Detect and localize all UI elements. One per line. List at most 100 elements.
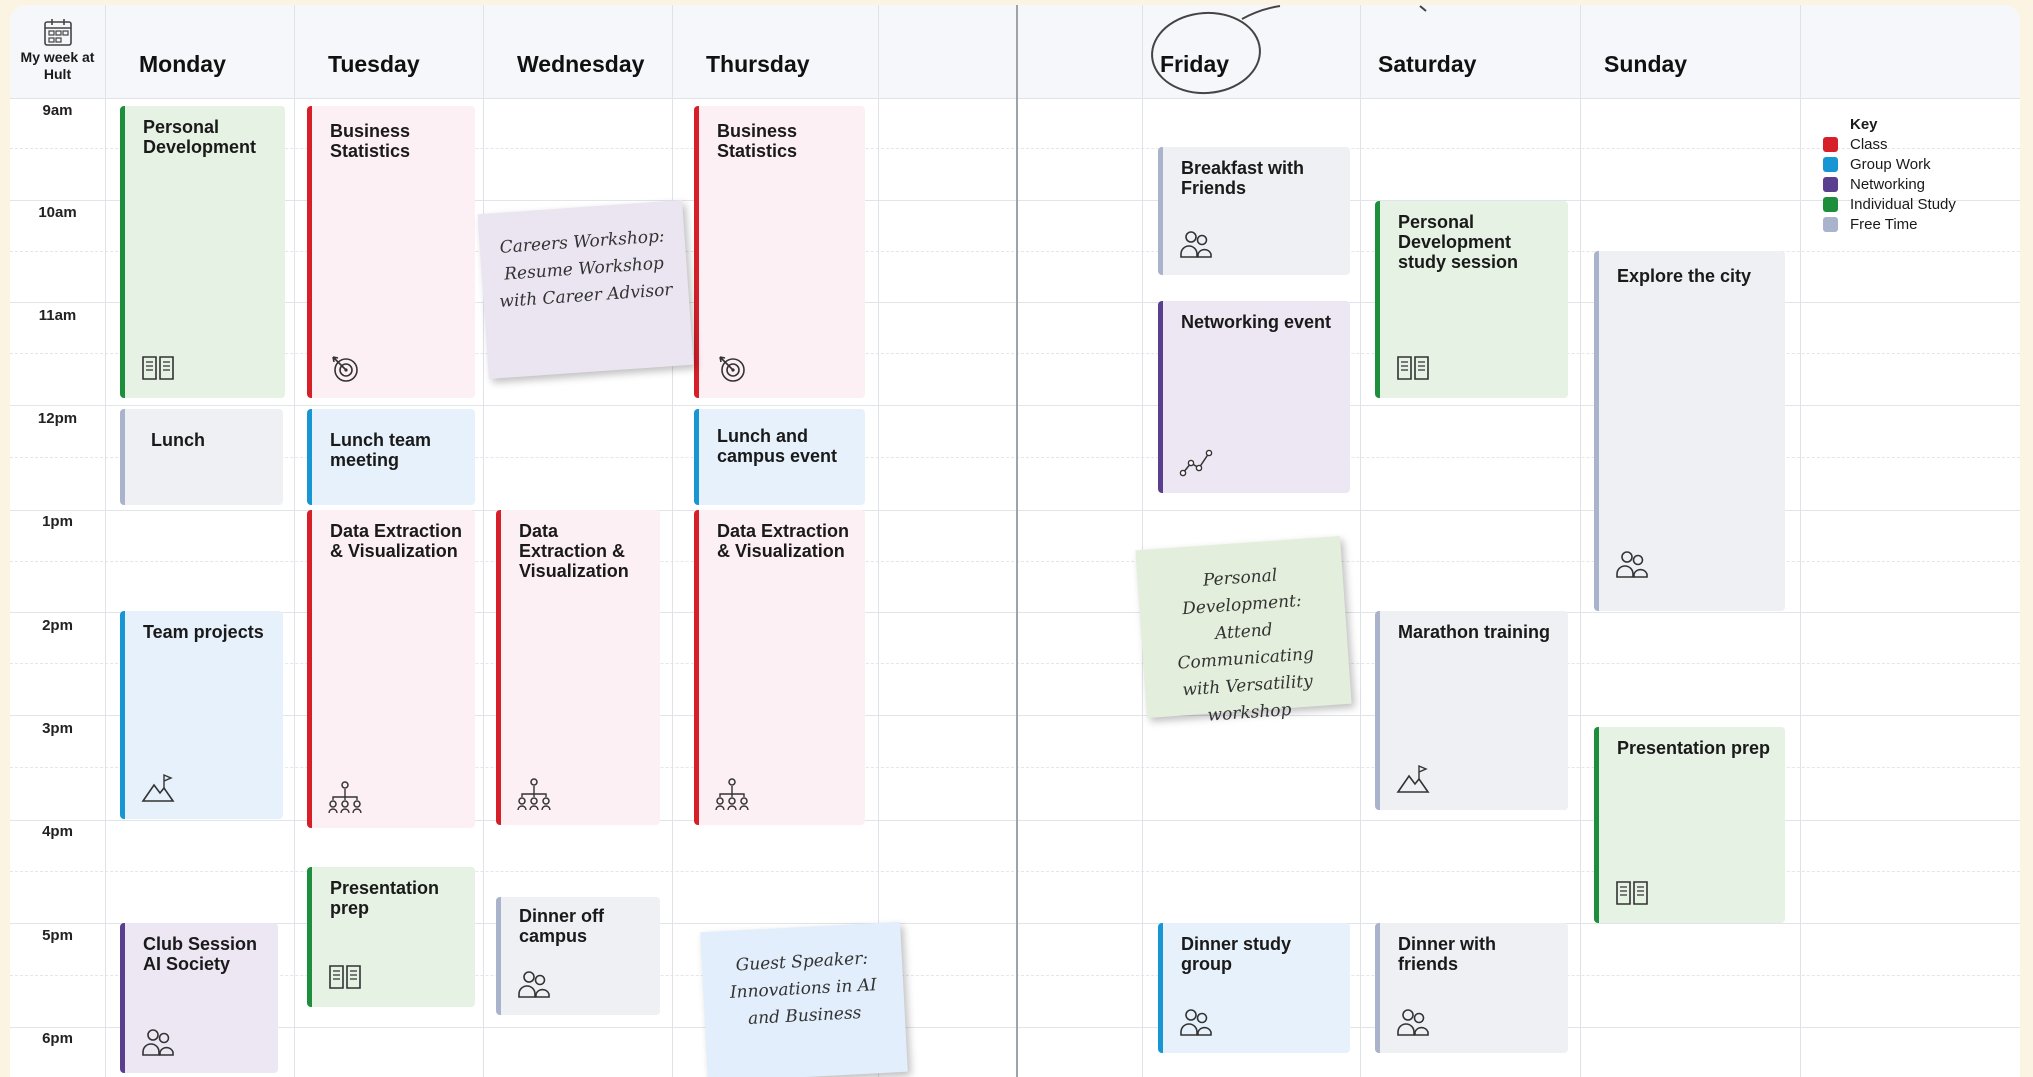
- column-line: [1360, 5, 1361, 1077]
- event-title: Data Extraction & Visualization: [330, 521, 463, 561]
- event-block[interactable]: Team projects: [120, 611, 283, 819]
- event-title: Networking event: [1181, 312, 1332, 332]
- day-header-saturday: Saturday: [1378, 51, 1477, 77]
- event-block[interactable]: Data Extraction & Visualization: [496, 510, 660, 825]
- legend-swatch: [1823, 157, 1838, 172]
- legend-label: Individual Study: [1850, 196, 1956, 213]
- legend-item: Group Work: [1823, 155, 1956, 175]
- mountain-flag-icon: [1396, 764, 1430, 793]
- network-people-icon: [517, 778, 551, 811]
- sticky-note[interactable]: Guest Speaker: Innovations in AI and Bus…: [700, 921, 908, 1077]
- event-block[interactable]: Business Statistics: [307, 106, 475, 398]
- time-label: 4pm: [42, 823, 73, 840]
- event-block[interactable]: Personal Development: [120, 106, 285, 398]
- sticky-note[interactable]: Personal Development: Attend Communicati…: [1135, 536, 1352, 726]
- legend-swatch: [1823, 177, 1838, 192]
- legend: Key Class Group Work Networking Individu…: [1823, 115, 1956, 235]
- event-title: Lunch and campus event: [717, 426, 838, 466]
- column-line: [294, 5, 295, 1077]
- target-icon: [719, 356, 745, 382]
- people-icon: [518, 971, 550, 998]
- event-title: Dinner with friends: [1398, 934, 1496, 974]
- header-band: [10, 5, 2020, 99]
- book-icon: [329, 965, 361, 989]
- event-title: Dinner study group: [1181, 934, 1292, 974]
- event-title: Team projects: [143, 622, 264, 642]
- legend-item: Free Time: [1823, 215, 1956, 235]
- planner-spine: [1016, 5, 1018, 1077]
- event-block[interactable]: Dinner off campus: [496, 897, 660, 1015]
- mountain-flag-icon: [141, 773, 175, 802]
- legend-label: Free Time: [1850, 216, 1918, 233]
- event-title: Personal Development study session: [1398, 212, 1519, 272]
- event-block[interactable]: Lunch team meeting: [307, 409, 475, 505]
- legend-label: Networking: [1850, 176, 1926, 193]
- event-block[interactable]: Data Extraction & Visualization: [694, 510, 865, 825]
- day-header-sunday: Sunday: [1604, 51, 1688, 77]
- legend-swatch: [1823, 137, 1838, 152]
- column-line: [672, 5, 673, 1077]
- event-block[interactable]: Presentation prep: [307, 867, 475, 1007]
- target-icon: [332, 356, 358, 382]
- people-icon: [1180, 231, 1212, 258]
- time-label: 9am: [42, 102, 73, 119]
- people-icon: [1397, 1009, 1429, 1036]
- sticky-note[interactable]: Careers Workshop: Resume Workshop with C…: [477, 200, 694, 379]
- book-icon: [142, 356, 174, 380]
- grid-line: [10, 1027, 2020, 1028]
- event-block[interactable]: Explore the city: [1594, 251, 1785, 611]
- event-title: Personal Development: [143, 117, 257, 157]
- line-graph-icon: [1179, 449, 1213, 477]
- event-title: Business Statistics: [717, 121, 798, 161]
- network-people-icon: [715, 778, 749, 811]
- corner-label: My week at Hult: [20, 49, 95, 82]
- event-block[interactable]: Data Extraction & Visualization: [307, 510, 475, 828]
- event-block[interactable]: Breakfast with Friends: [1158, 147, 1350, 275]
- people-icon: [142, 1029, 174, 1056]
- weekly-planner-board: My week at Hult Monday Tuesday Wednesday…: [10, 5, 2020, 1077]
- event-title: Dinner off campus: [519, 906, 604, 946]
- column-line: [1580, 5, 1581, 1077]
- time-label: 11am: [38, 307, 77, 324]
- event-block[interactable]: Lunch and campus event: [694, 409, 865, 505]
- calendar-icon: [44, 19, 72, 46]
- event-title: Marathon training: [1398, 622, 1550, 642]
- event-block[interactable]: Dinner with friends: [1375, 923, 1568, 1053]
- legend-label: Group Work: [1850, 156, 1931, 173]
- legend-item: Class: [1823, 135, 1956, 155]
- event-block[interactable]: Club Session AI Society: [120, 923, 278, 1073]
- event-title: Presentation prep: [1617, 738, 1771, 758]
- event-block[interactable]: Networking event: [1158, 301, 1350, 493]
- pen-stroke-annotation: [1241, 5, 1427, 20]
- event-block[interactable]: Personal Development study session: [1375, 201, 1568, 398]
- event-title: Club Session AI Society: [143, 934, 258, 974]
- column-line: [105, 5, 106, 1077]
- event-block[interactable]: Lunch: [120, 409, 283, 505]
- book-icon: [1397, 356, 1429, 380]
- legend-item: Individual Study: [1823, 195, 1956, 215]
- people-icon: [1616, 551, 1648, 578]
- event-title: Data Extraction & Visualization: [519, 521, 629, 581]
- event-block[interactable]: Business Statistics: [694, 106, 865, 398]
- event-title: Business Statistics: [330, 121, 411, 161]
- legend-swatch: [1823, 217, 1838, 232]
- event-block[interactable]: Presentation prep: [1594, 727, 1785, 923]
- legend-item: Networking: [1823, 175, 1956, 195]
- corner-cell: My week at Hult: [10, 5, 105, 98]
- time-label: 5pm: [42, 927, 73, 944]
- day-header-wednesday: Wednesday: [517, 51, 645, 77]
- time-label: 2pm: [42, 617, 73, 634]
- legend-label: Class: [1850, 136, 1888, 153]
- event-title: Lunch: [151, 430, 205, 450]
- event-block[interactable]: Dinner study group: [1158, 923, 1350, 1053]
- time-label: 1pm: [42, 513, 73, 530]
- column-line: [1142, 5, 1143, 1077]
- column-line: [1800, 5, 1801, 1077]
- day-header-tuesday: Tuesday: [328, 51, 420, 77]
- time-label: 3pm: [42, 720, 73, 737]
- column-line: [878, 5, 879, 1077]
- book-icon: [1616, 881, 1648, 905]
- time-label: 12pm: [37, 410, 78, 427]
- event-title: Presentation prep: [330, 878, 440, 918]
- event-block[interactable]: Marathon training: [1375, 611, 1568, 810]
